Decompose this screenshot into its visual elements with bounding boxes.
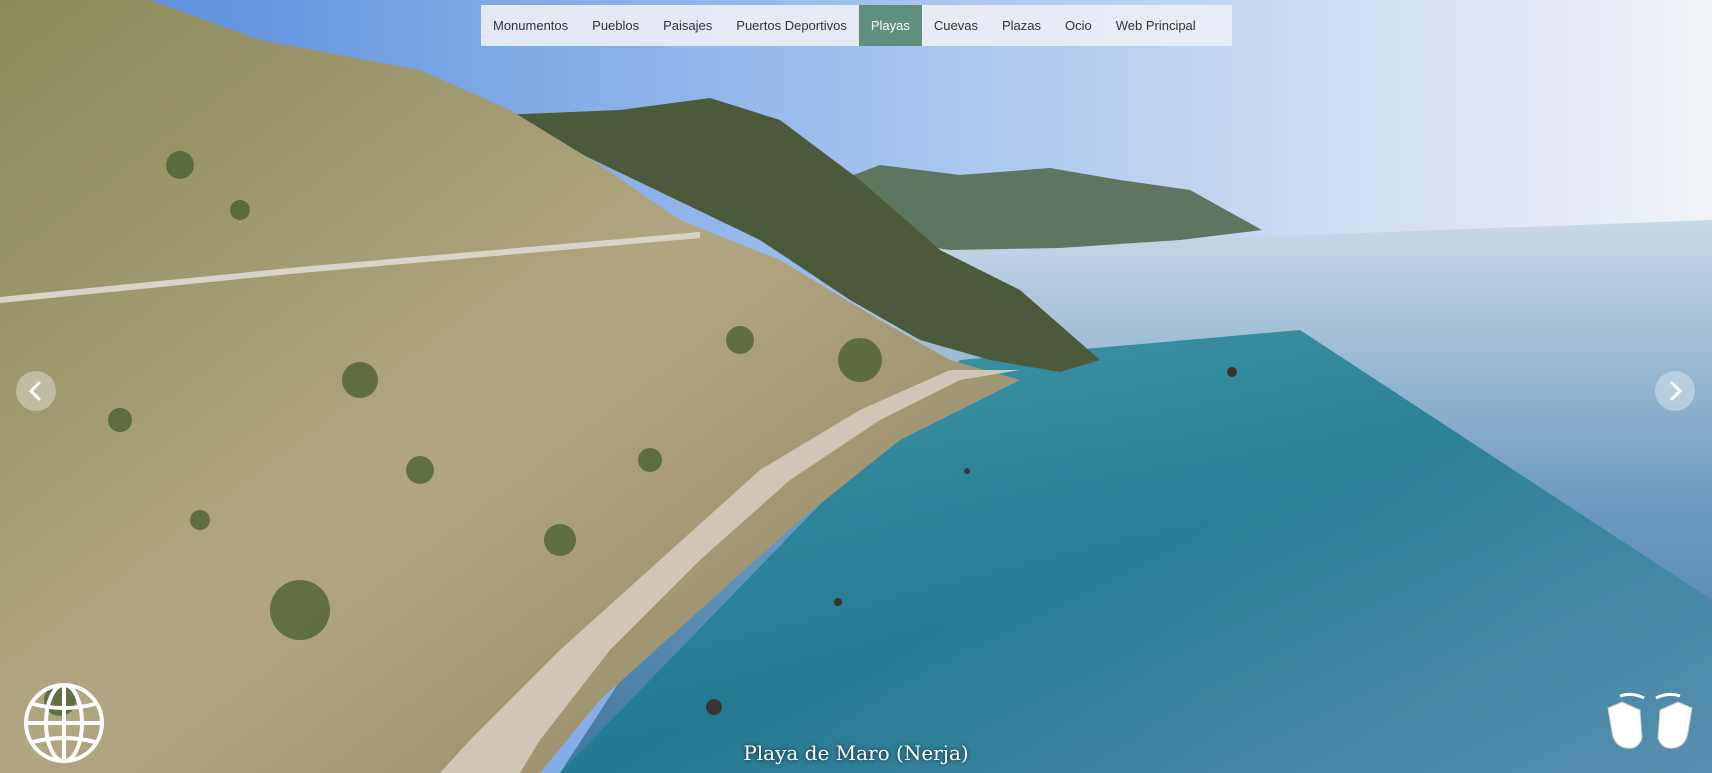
menu-item-ocio[interactable]: Ocio — [1053, 5, 1104, 46]
main-menu: Monumentos Pueblos Paisajes Puertos Depo… — [481, 5, 1232, 46]
menu-item-paisajes[interactable]: Paisajes — [651, 5, 724, 46]
menu-item-puertos-deportivos[interactable]: Puertos Deportivos — [724, 5, 859, 46]
menu-item-monumentos[interactable]: Monumentos — [481, 5, 580, 46]
menu-item-cuevas[interactable]: Cuevas — [922, 5, 990, 46]
chevron-left-icon — [28, 381, 41, 401]
prev-scene-button[interactable] — [16, 371, 56, 411]
menu-item-playas[interactable]: Playas — [858, 5, 922, 46]
menu-item-pueblos[interactable]: Pueblos — [580, 5, 651, 46]
next-scene-button[interactable] — [1655, 371, 1695, 411]
menu-item-plazas[interactable]: Plazas — [990, 5, 1053, 46]
chevron-right-icon — [1670, 381, 1683, 401]
scene-caption: Playa de Maro (Nerja) — [743, 741, 969, 765]
panorama-view[interactable] — [0, 0, 1712, 773]
menu-item-web-principal[interactable]: Web Principal — [1104, 5, 1208, 46]
